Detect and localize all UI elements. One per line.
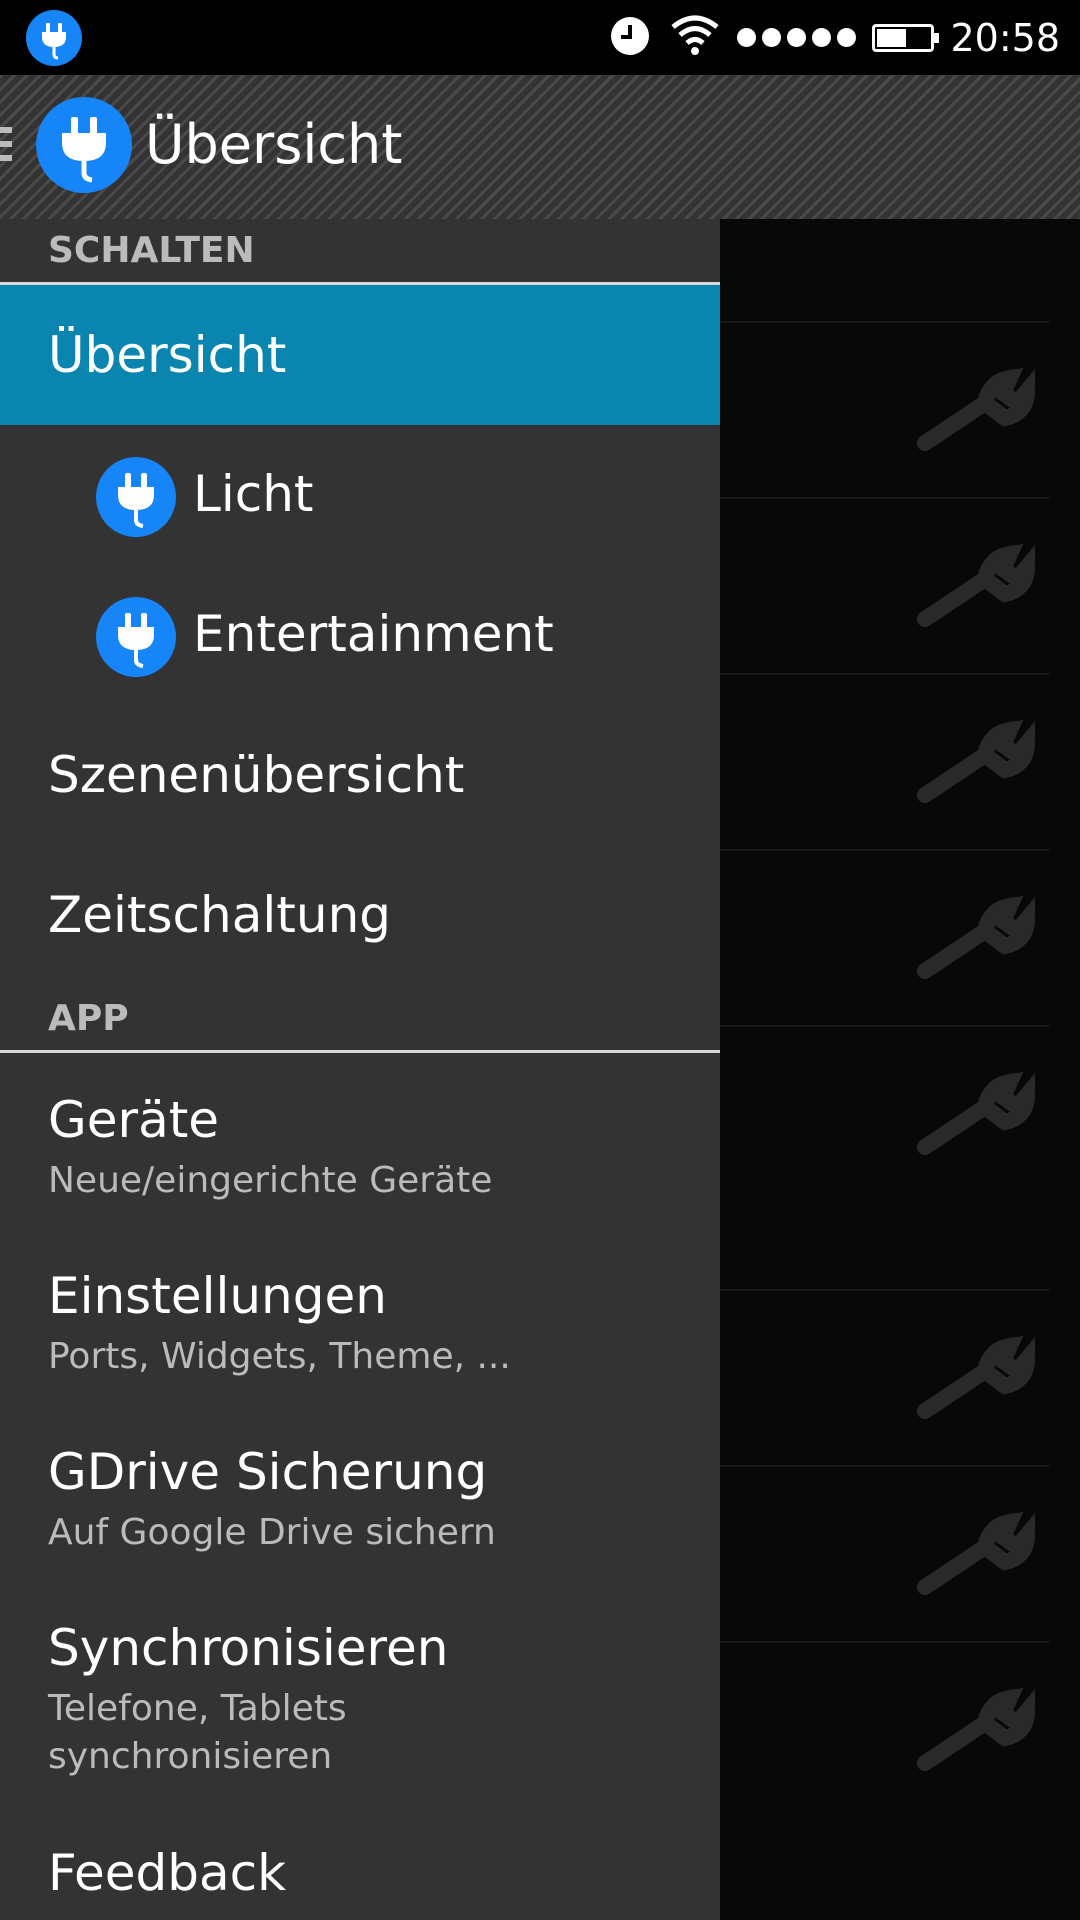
nav-item-szenenuebersicht[interactable]: Szenenübersicht [0,705,720,845]
wrench-icon[interactable] [915,1067,1035,1167]
wrench-icon[interactable] [915,891,1035,991]
battery-icon [872,23,940,52]
status-bar: 20:58 [0,0,1080,75]
nav-item-label: Feedback [48,1844,287,1902]
nav-item-einstellungen[interactable]: Einstellungen Ports, Widgets, Theme, ... [0,1229,720,1405]
nav-item-zeitschaltung[interactable]: Zeitschaltung [0,845,720,985]
wifi-icon [669,13,721,63]
list-item[interactable] [720,1465,1050,1643]
list-item[interactable] [720,1289,1050,1467]
action-bar: Übersicht [0,75,1080,219]
list-item[interactable] [720,849,1050,1027]
nav-item-entertainment[interactable]: Entertainment [0,565,720,705]
nav-item-subtitle: Ports, Widgets, Theme, ... [48,1336,511,1377]
nav-item-licht[interactable]: Licht [0,425,720,565]
nav-item-label: Zeitschaltung [48,886,391,944]
nav-item-uebersicht[interactable]: Übersicht [0,285,720,425]
navigation-drawer: SCHALTEN Übersicht Licht Entertainment S… [0,219,720,1920]
nav-item-gdrive-sicherung[interactable]: GDrive Sicherung Auf Google Drive sicher… [0,1405,720,1581]
signal-icon [737,28,857,47]
nav-item-synchronisieren[interactable]: Synchronisieren Telefone, Tablets synchr… [0,1581,720,1806]
nav-item-geraete[interactable]: Geräte Neue/eingerichte Geräte [0,1053,720,1229]
list-item[interactable] [720,1641,1050,1819]
section-header-schalten: SCHALTEN [0,225,720,285]
plug-icon[interactable] [36,97,132,193]
page-title: Übersicht [145,113,403,176]
nav-item-subtitle: synchronisieren [48,1736,333,1777]
alarm-clock-icon [607,13,653,63]
menu-icon[interactable] [0,127,12,167]
list-item[interactable] [720,497,1050,675]
nav-item-label: Synchronisieren [48,1619,449,1677]
plug-icon [96,597,176,677]
wrench-icon[interactable] [915,539,1035,639]
list-item[interactable] [720,321,1050,499]
nav-item-subtitle: Neue/eingerichte Geräte [48,1160,493,1201]
nav-item-subtitle: Telefone, Tablets [48,1688,347,1729]
nav-item-label: Übersicht [48,326,287,384]
plug-icon [96,457,176,537]
list-item[interactable] [720,673,1050,851]
nav-item-feedback[interactable]: Feedback [0,1806,720,1920]
nav-item-label: Licht [193,465,314,523]
nav-item-label: Szenenübersicht [48,746,465,804]
list-item[interactable] [720,1025,1050,1291]
wrench-icon[interactable] [915,363,1035,463]
wrench-icon[interactable] [915,1331,1035,1431]
plug-icon [26,10,82,66]
device-list-background [720,219,1080,1920]
section-header-app: APP [0,993,720,1053]
nav-item-label: GDrive Sicherung [48,1443,488,1501]
nav-item-subtitle: Auf Google Drive sichern [48,1512,496,1553]
clock-time: 20:58 [950,15,1060,60]
wrench-icon[interactable] [915,1683,1035,1783]
nav-item-label: Einstellungen [48,1267,387,1325]
nav-item-label: Geräte [48,1091,220,1149]
wrench-icon[interactable] [915,715,1035,815]
wrench-icon[interactable] [915,1507,1035,1607]
nav-item-label: Entertainment [193,605,554,663]
